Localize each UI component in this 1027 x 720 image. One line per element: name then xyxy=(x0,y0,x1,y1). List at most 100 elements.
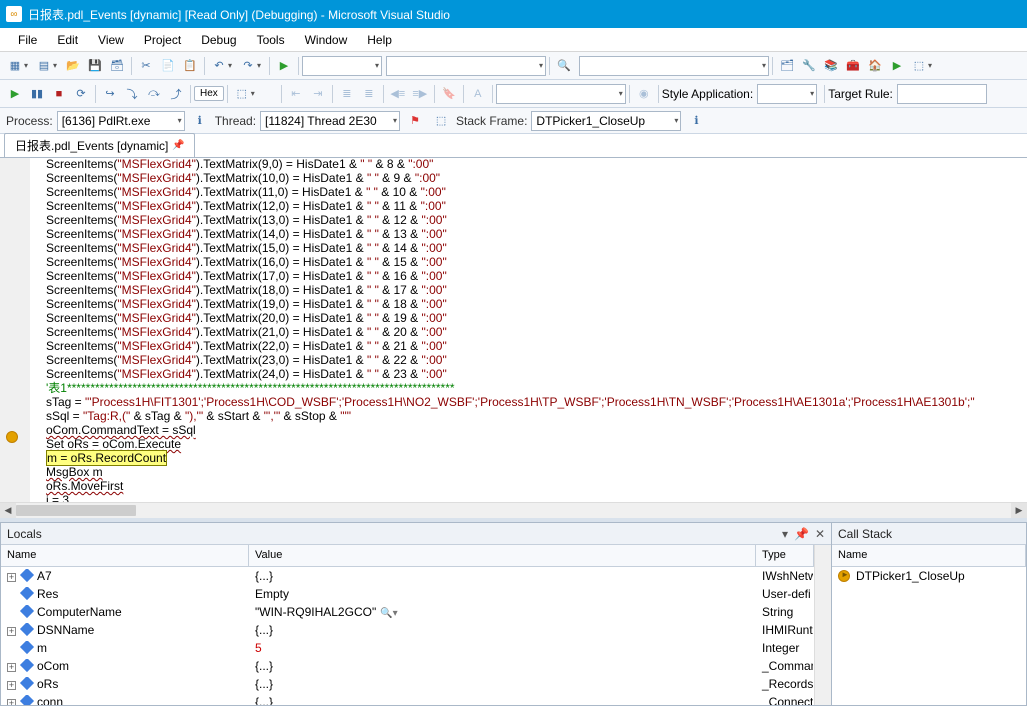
title-bar: ∞ 日报表.pdl_Events [dynamic] [Read Only] (… xyxy=(0,0,1027,28)
menu-tools[interactable]: Tools xyxy=(247,30,295,50)
locals-row[interactable]: +oCom{...}_Comman xyxy=(1,657,814,675)
style-combo[interactable]: ▾ xyxy=(757,84,817,104)
stackframe-label: Stack Frame: xyxy=(456,114,527,128)
menu-window[interactable]: Window xyxy=(295,30,358,50)
paste-icon[interactable]: 📋 xyxy=(180,56,200,76)
platform-combo[interactable]: ▾ xyxy=(386,56,546,76)
thread-combo[interactable]: [11824] Thread 2E30▾ xyxy=(260,111,400,131)
run-icon[interactable]: ▶ xyxy=(887,56,907,76)
window-position-icon[interactable]: ▾ xyxy=(782,527,788,541)
new-project-icon[interactable]: ▦ xyxy=(5,56,25,76)
magnifier-icon[interactable]: 🔍▾ xyxy=(380,608,397,619)
menu-edit[interactable]: Edit xyxy=(47,30,88,50)
dropdown-icon[interactable]: ▾ xyxy=(928,56,936,76)
stop-icon[interactable]: ■ xyxy=(49,84,69,104)
cs-col-name[interactable]: Name xyxy=(832,545,1026,566)
extensions-icon[interactable]: ⬚ xyxy=(909,56,929,76)
find-combo[interactable]: ▾ xyxy=(579,56,769,76)
callstack-row[interactable]: DTPicker1_CloseUp xyxy=(832,567,1026,585)
step-into-icon[interactable]: ⤵ xyxy=(122,84,142,104)
locals-title-bar[interactable]: Locals ▾ 📌 ✕ xyxy=(1,523,831,545)
dropdown-icon[interactable]: ▾ xyxy=(53,56,61,76)
solution-explorer-icon[interactable]: 🗂 xyxy=(777,56,797,76)
show-next-icon[interactable]: ↪ xyxy=(100,84,120,104)
process-combo[interactable]: [6136] PdlRt.exe▾ xyxy=(57,111,185,131)
code-editor[interactable]: ScreenItems("MSFlexGrid4").TextMatrix(9,… xyxy=(0,158,1027,518)
menu-debug[interactable]: Debug xyxy=(191,30,246,50)
col-value[interactable]: Value xyxy=(249,545,756,566)
expand-icon[interactable]: + xyxy=(7,663,16,672)
flag-icon[interactable]: ⚑ xyxy=(405,111,425,131)
save-all-icon[interactable]: 🗃 xyxy=(107,56,127,76)
dropdown-icon[interactable]: ▾ xyxy=(24,56,32,76)
scroll-left-icon[interactable]: ◀ xyxy=(0,503,16,518)
menu-help[interactable]: Help xyxy=(357,30,402,50)
var-type: _Connect xyxy=(762,695,813,705)
expand-icon[interactable]: + xyxy=(7,573,16,582)
restart-icon[interactable]: ⟳ xyxy=(71,84,91,104)
close-icon[interactable]: ✕ xyxy=(815,527,825,541)
horizontal-scrollbar[interactable]: ◀ ▶ xyxy=(0,502,1027,518)
toolbox-icon[interactable]: 🧰 xyxy=(843,56,863,76)
locals-row[interactable]: ResEmptyUser-defi xyxy=(1,585,814,603)
locals-row[interactable]: ComputerName"WIN-RQ9IHAL2GCO"🔍▾String xyxy=(1,603,814,621)
menu-project[interactable]: Project xyxy=(134,30,191,50)
scope-combo[interactable]: ▾ xyxy=(496,84,626,104)
expand-icon[interactable]: + xyxy=(7,627,16,636)
code-text[interactable]: ScreenItems("MSFlexGrid4").TextMatrix(9,… xyxy=(46,158,975,502)
find-in-files-icon[interactable]: 🔍 xyxy=(554,56,574,76)
variable-icon xyxy=(20,587,34,600)
start-page-icon[interactable]: 🏠 xyxy=(865,56,885,76)
locals-row[interactable]: m5Integer xyxy=(1,639,814,657)
hex-toggle[interactable]: Hex xyxy=(194,86,224,101)
properties-icon[interactable]: 🔧 xyxy=(799,56,819,76)
scroll-thumb[interactable] xyxy=(16,505,136,516)
process-info-icon[interactable]: ℹ xyxy=(190,111,210,131)
start-debug-icon[interactable]: ▶ xyxy=(274,56,294,76)
step-over-icon[interactable]: ⤼ xyxy=(144,84,164,104)
vertical-scrollbar[interactable] xyxy=(814,545,831,705)
redo-icon[interactable]: ↷ xyxy=(238,56,258,76)
step-out-icon[interactable]: ⤴ xyxy=(166,84,186,104)
locals-row[interactable]: +DSNName{...}IHMIRunt xyxy=(1,621,814,639)
add-item-icon[interactable]: ▤ xyxy=(34,56,54,76)
tab-document[interactable]: 日报表.pdl_Events [dynamic] 📌 xyxy=(4,133,195,157)
menu-file[interactable]: File xyxy=(8,30,47,50)
frame-info-icon[interactable]: ℹ xyxy=(686,111,706,131)
col-type[interactable]: Type xyxy=(756,545,814,566)
indent-icon: ≡▶ xyxy=(410,84,430,104)
breakpoints-icon[interactable]: ⬚ xyxy=(232,84,252,104)
locals-grid[interactable]: +A7{...}IWshNetwResEmptyUser-defiCompute… xyxy=(1,567,814,705)
menu-view[interactable]: View xyxy=(88,30,134,50)
expand-icon[interactable]: + xyxy=(7,681,16,690)
target-combo[interactable] xyxy=(897,84,987,104)
scroll-right-icon[interactable]: ▶ xyxy=(1011,503,1027,518)
threads-icon[interactable]: ⬚ xyxy=(431,111,451,131)
tool-windows: Locals ▾ 📌 ✕ Name Value Type +A7{...}IWs… xyxy=(0,518,1027,706)
indent-less-icon: ⇤ xyxy=(286,84,306,104)
config-combo[interactable]: ▾ xyxy=(302,56,382,76)
autohide-icon[interactable]: 📌 xyxy=(794,527,809,541)
var-value: Empty xyxy=(255,587,289,601)
callstack-grid[interactable]: DTPicker1_CloseUp xyxy=(832,567,1026,705)
cut-icon[interactable]: ✂ xyxy=(136,56,156,76)
locals-row[interactable]: +conn{...}_Connect xyxy=(1,693,814,705)
locals-row[interactable]: +oRs{...}_Records xyxy=(1,675,814,693)
dropdown-icon[interactable]: ▾ xyxy=(257,56,265,76)
pause-icon[interactable]: ▮▮ xyxy=(27,84,47,104)
stackframe-combo[interactable]: DTPicker1_CloseUp▾ xyxy=(531,111,681,131)
undo-icon[interactable]: ↶ xyxy=(209,56,229,76)
dropdown-icon[interactable]: ▾ xyxy=(228,56,236,76)
callstack-title-bar[interactable]: Call Stack xyxy=(832,523,1026,545)
save-icon[interactable]: 💾 xyxy=(85,56,105,76)
expand-icon[interactable]: + xyxy=(7,699,16,705)
dropdown-icon[interactable]: ▾ xyxy=(251,84,259,104)
open-file-icon[interactable]: 📂 xyxy=(63,56,83,76)
locals-row[interactable]: +A7{...}IWshNetw xyxy=(1,567,814,585)
copy-icon[interactable]: 📄 xyxy=(158,56,178,76)
object-browser-icon[interactable]: 📚 xyxy=(821,56,841,76)
col-name[interactable]: Name xyxy=(1,545,249,566)
continue-icon[interactable]: ▶ xyxy=(5,84,25,104)
var-type: String xyxy=(762,605,793,619)
pin-icon[interactable]: 📌 xyxy=(172,140,184,152)
